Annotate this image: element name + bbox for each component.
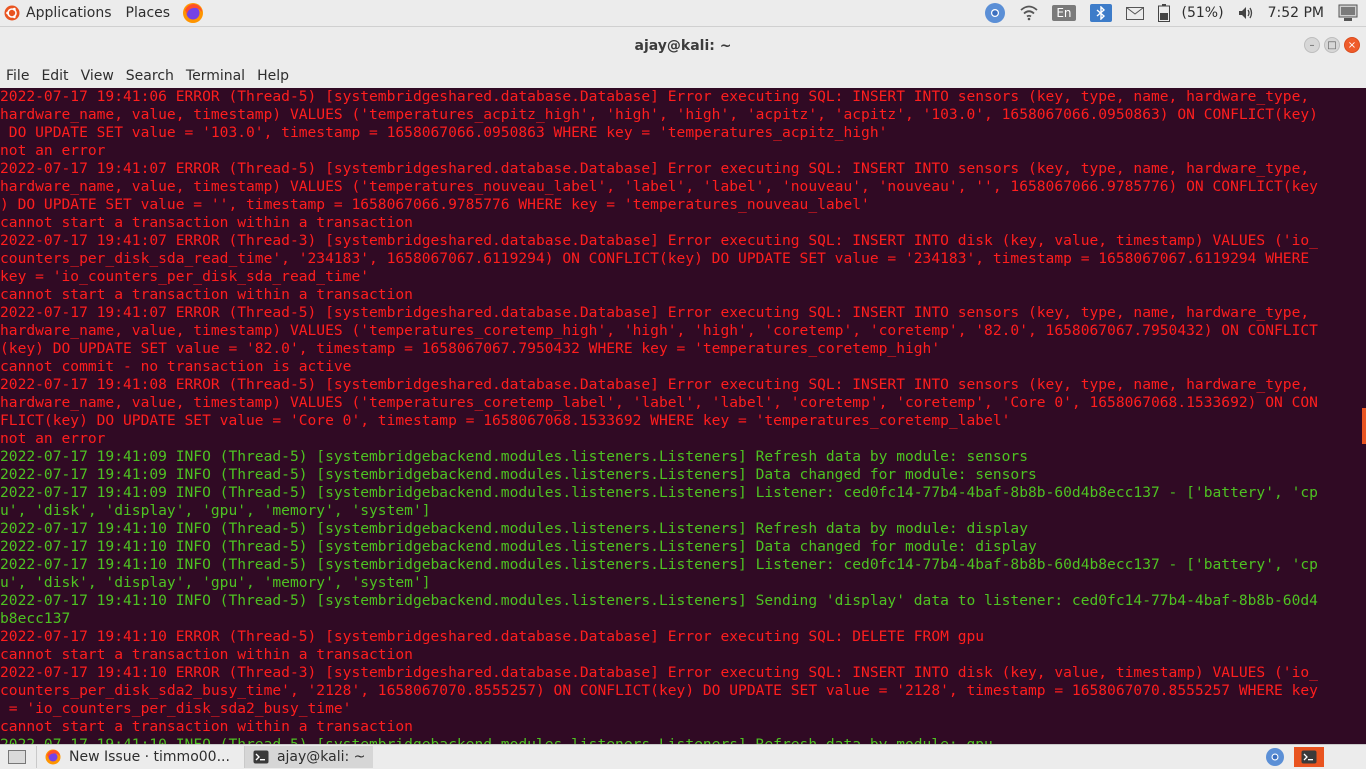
chromium-icon xyxy=(985,3,1006,23)
chrome-tray[interactable] xyxy=(984,0,1006,26)
terminal-line: hardware_name, value, timestamp) VALUES … xyxy=(0,178,1318,195)
terminal-line: cannot start a transaction within a tran… xyxy=(0,718,413,735)
terminal-menu-bar: File Edit View Search Terminal Help xyxy=(0,64,1366,88)
terminal-line: = 'io_counters_per_disk_sda2_busy_time' xyxy=(0,700,352,717)
terminal-icon xyxy=(253,750,269,764)
applications-label: Applications xyxy=(26,5,112,21)
mail-tray[interactable] xyxy=(1125,0,1144,26)
terminal-line: 2022-07-17 19:41:10 ERROR (Thread-5) [sy… xyxy=(0,628,985,645)
firefox-icon xyxy=(45,749,61,765)
terminal-line: hardware_name, value, timestamp) VALUES … xyxy=(0,106,1318,123)
terminal-line: 2022-07-17 19:41:09 INFO (Thread-5) [sys… xyxy=(0,466,1037,483)
terminal-line: cannot commit - no transaction is active xyxy=(0,358,352,375)
volume-icon xyxy=(1238,7,1252,19)
task-label: ajay@kali: ~ xyxy=(276,749,366,765)
bottom-panel: New Issue · timmo00... ajay@kali: ~ xyxy=(0,744,1366,769)
maximize-button[interactable]: □ xyxy=(1324,37,1340,53)
terminal-line: 2022-07-17 19:41:08 ERROR (Thread-5) [sy… xyxy=(0,376,1310,393)
lang-badge: En xyxy=(1052,5,1076,21)
terminal-line: not an error xyxy=(0,430,106,447)
mail-icon xyxy=(1125,6,1144,20)
battery-tray[interactable]: (51%) xyxy=(1157,0,1224,26)
terminal-line: (key) DO UPDATE SET value = '82.0', time… xyxy=(0,340,941,357)
bluetooth-tray[interactable] xyxy=(1089,0,1112,26)
terminal-line: 2022-07-17 19:41:10 INFO (Thread-5) [sys… xyxy=(0,538,1037,555)
keyboard-lang[interactable]: En xyxy=(1052,0,1076,26)
terminal-line: 2022-07-17 19:41:10 INFO (Thread-5) [sys… xyxy=(0,736,1356,744)
firefox-icon[interactable] xyxy=(182,2,204,24)
window-title-bar[interactable]: ajay@kali: ~ – □ × xyxy=(0,27,1366,64)
terminal-line: 2022-07-17 19:41:07 ERROR (Thread-5) [sy… xyxy=(0,160,1310,177)
menu-help[interactable]: Help xyxy=(251,68,295,84)
volume-tray[interactable] xyxy=(1238,0,1254,26)
user-menu[interactable] xyxy=(1338,0,1358,26)
terminal-line: 2022-07-17 19:41:10 INFO (Thread-5) [sys… xyxy=(0,556,1318,573)
terminal-line: hardware_name, value, timestamp) VALUES … xyxy=(0,394,1318,411)
terminal-line: 2022-07-17 19:41:10 INFO (Thread-5) [sys… xyxy=(0,520,1028,537)
terminal-icon xyxy=(1301,750,1317,764)
terminal-line: b8ecc137 xyxy=(0,610,71,627)
battery-percent: (51%) xyxy=(1181,5,1224,21)
battery-icon xyxy=(1157,4,1170,22)
system-tray: En (51%) 7:52 PM xyxy=(970,0,1366,26)
workspace-switcher xyxy=(1256,745,1366,769)
top-panel: Applications Places En (51%) 7:52 PM xyxy=(0,0,1366,27)
close-button[interactable]: × xyxy=(1344,37,1360,53)
window-controls: – □ × xyxy=(1300,37,1360,53)
menu-search[interactable]: Search xyxy=(120,68,180,84)
terminal-line: ) DO UPDATE SET value = '', timestamp = … xyxy=(0,196,870,213)
terminal-line: 2022-07-17 19:41:06 ERROR (Thread-5) [sy… xyxy=(0,88,1310,105)
task-terminal[interactable]: ajay@kali: ~ xyxy=(243,746,374,768)
wifi-icon xyxy=(1020,5,1038,21)
chromium-icon xyxy=(1266,748,1284,766)
menu-view[interactable]: View xyxy=(75,68,120,84)
window-title: ajay@kali: ~ xyxy=(634,37,732,54)
show-desktop-button[interactable] xyxy=(8,750,26,764)
terminal-line: DO UPDATE SET value = '103.0', timestamp… xyxy=(0,124,888,141)
terminal-line: counters_per_disk_sda2_busy_time', '2128… xyxy=(0,682,1318,699)
terminal-scrollbar[interactable] xyxy=(1356,88,1366,744)
terminal-line: 2022-07-17 19:41:09 INFO (Thread-5) [sys… xyxy=(0,484,1318,501)
terminal-output[interactable]: 2022-07-17 19:41:06 ERROR (Thread-5) [sy… xyxy=(0,88,1356,744)
terminal-line: 2022-07-17 19:41:07 ERROR (Thread-3) [sy… xyxy=(0,232,1318,249)
terminal-line: cannot start a transaction within a tran… xyxy=(0,286,413,303)
places-menu[interactable]: Places xyxy=(118,5,179,21)
terminal-line: 2022-07-17 19:41:10 INFO (Thread-5) [sys… xyxy=(0,592,1318,609)
terminal-line: key = 'io_counters_per_disk_sda_read_tim… xyxy=(0,268,370,285)
applications-menu[interactable]: Applications xyxy=(0,0,118,26)
user-computer-icon xyxy=(1338,4,1358,21)
terminal-line: cannot start a transaction within a tran… xyxy=(0,646,413,663)
workspace-2[interactable] xyxy=(1294,747,1324,767)
top-panel-left: Applications Places xyxy=(0,0,204,26)
terminal-line: u', 'disk', 'display', 'gpu', 'memory', … xyxy=(0,574,431,591)
wifi-tray[interactable] xyxy=(1020,0,1038,26)
menu-file[interactable]: File xyxy=(0,68,35,84)
terminal-line: 2022-07-17 19:41:07 ERROR (Thread-5) [sy… xyxy=(0,304,1310,321)
terminal-line: not an error xyxy=(0,142,106,159)
bluetooth-icon xyxy=(1089,4,1112,22)
terminal-line: u', 'disk', 'display', 'gpu', 'memory', … xyxy=(0,502,431,519)
terminal-line: 2022-07-17 19:41:10 ERROR (Thread-3) [sy… xyxy=(0,664,1318,681)
menu-edit[interactable]: Edit xyxy=(35,68,74,84)
terminal-line: 2022-07-17 19:41:09 INFO (Thread-5) [sys… xyxy=(0,448,1028,465)
terminal-line: hardware_name, value, timestamp) VALUES … xyxy=(0,322,1318,339)
workspace-1[interactable] xyxy=(1260,747,1290,767)
clock[interactable]: 7:52 PM xyxy=(1268,0,1324,26)
menu-terminal[interactable]: Terminal xyxy=(180,68,251,84)
scrollbar-thumb[interactable] xyxy=(1362,408,1366,444)
task-label: New Issue · timmo00... xyxy=(69,749,230,765)
task-firefox[interactable]: New Issue · timmo00... xyxy=(36,746,238,768)
terminal-line: counters_per_disk_sda_read_time', '23418… xyxy=(0,250,1310,267)
workspace-3[interactable] xyxy=(1328,747,1366,767)
minimize-button[interactable]: – xyxy=(1304,37,1320,53)
terminal-line: cannot start a transaction within a tran… xyxy=(0,214,413,231)
terminal-line: FLICT(key) DO UPDATE SET value = 'Core 0… xyxy=(0,412,1011,429)
ubuntu-logo-icon xyxy=(4,5,20,21)
